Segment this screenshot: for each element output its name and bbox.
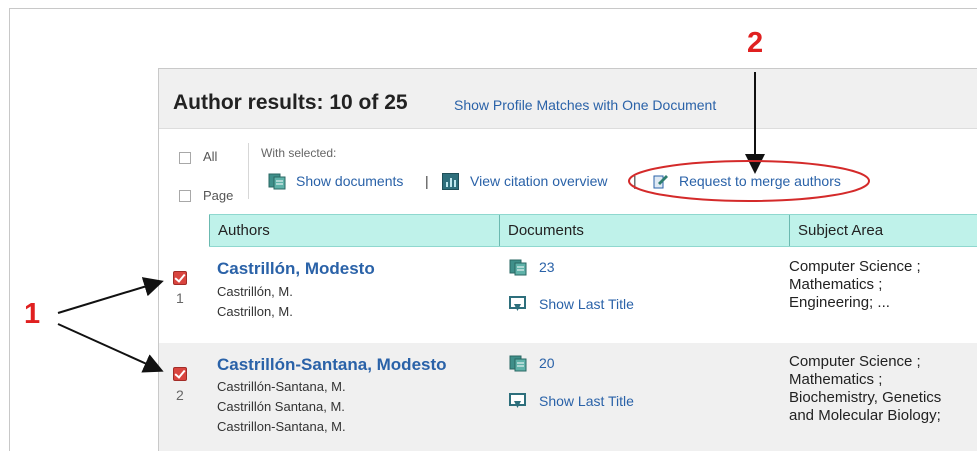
select-page-label: Page	[203, 188, 234, 203]
results-title: Author results: 10 of 25	[173, 91, 408, 115]
subject-area: and Molecular Biology;	[789, 407, 941, 424]
subject-area: Biochemistry, Genetics	[789, 389, 942, 406]
row-checkbox[interactable]	[173, 367, 187, 381]
row-number: 2	[176, 387, 184, 403]
subject-area: Computer Science ;	[789, 353, 921, 370]
annotation-number-2: 2	[747, 27, 764, 59]
select-all-label: All	[203, 149, 218, 164]
documents-icon	[268, 173, 286, 190]
subject-area: Mathematics ;	[789, 276, 883, 293]
author-name-variant: Castrillón Santana, M.	[217, 399, 345, 414]
table-row: 1 Castrillón, Modesto Castrillón, M. Cas…	[159, 247, 977, 343]
documents-icon	[509, 355, 527, 372]
results-label: Author results:	[173, 91, 324, 114]
toolbar-divider	[248, 143, 249, 199]
column-header-authors[interactable]: Authors	[209, 215, 499, 246]
show-last-title-icon	[509, 296, 526, 311]
action-separator: |	[633, 173, 637, 189]
author-name-link[interactable]: Castrillón, Modesto	[217, 259, 375, 279]
show-documents-link[interactable]: Show documents	[296, 173, 403, 189]
request-merge-authors-link[interactable]: Request to merge authors	[679, 173, 841, 189]
author-name-variant: Castrillón-Santana, M.	[217, 379, 346, 394]
annotation-number-1: 1	[24, 298, 41, 330]
show-last-title-icon	[509, 393, 526, 408]
table-row: 2 Castrillón-Santana, Modesto Castrillón…	[159, 343, 977, 451]
subject-area: Engineering; ...	[789, 294, 890, 311]
show-last-title-link[interactable]: Show Last Title	[539, 393, 634, 409]
merge-authors-icon	[653, 175, 668, 189]
author-results-panel: Author results: 10 of 25 Show Profile Ma…	[158, 68, 977, 451]
results-count: 10 of 25	[329, 91, 408, 114]
documents-icon	[509, 259, 527, 276]
show-last-title-link[interactable]: Show Last Title	[539, 296, 634, 312]
row-number: 1	[176, 290, 184, 306]
author-name-variant: Castrillon-Santana, M.	[217, 419, 346, 434]
subject-area: Mathematics ;	[789, 371, 883, 388]
author-name-variant: Castrillon, M.	[217, 304, 293, 319]
author-name-variant: Castrillón, M.	[217, 284, 293, 299]
select-page-checkbox[interactable]	[179, 190, 191, 202]
column-header-documents[interactable]: Documents	[499, 215, 789, 246]
view-citation-overview-link[interactable]: View citation overview	[470, 173, 607, 189]
subject-area: Computer Science ;	[789, 258, 921, 275]
results-table-header: Authors Documents Subject Area	[209, 214, 977, 247]
citation-chart-icon	[442, 173, 459, 190]
author-name-link[interactable]: Castrillón-Santana, Modesto	[217, 355, 447, 375]
with-selected-label: With selected:	[261, 146, 337, 160]
results-header: Author results: 10 of 25 Show Profile Ma…	[159, 69, 977, 129]
row-checkbox[interactable]	[173, 271, 187, 285]
document-count-link[interactable]: 23	[539, 259, 555, 275]
document-count-link[interactable]: 20	[539, 355, 555, 371]
action-separator: |	[425, 173, 429, 189]
column-header-subject-area[interactable]: Subject Area	[789, 215, 977, 246]
select-all-checkbox[interactable]	[179, 152, 191, 164]
show-profile-matches-link[interactable]: Show Profile Matches with One Document	[454, 97, 716, 113]
